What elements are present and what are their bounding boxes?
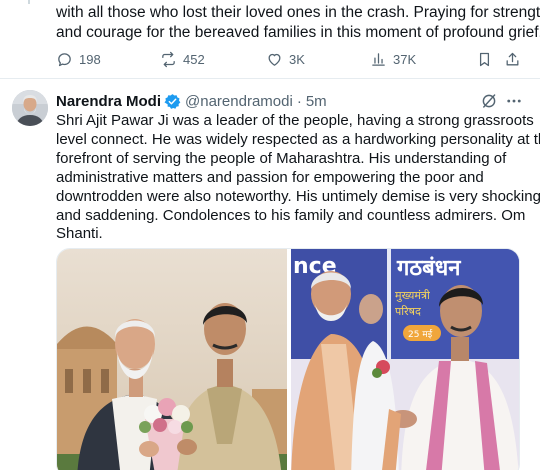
tweet-text: Shri Ajit Pawar Ji was a leader of the p…	[56, 112, 540, 244]
reply-button[interactable]: 198	[56, 49, 101, 69]
tweet-text-line: downtrodden were also noteworthy. His un…	[56, 187, 540, 205]
previous-tweet-text: with all those who lost their loved ones…	[56, 3, 540, 43]
verified-badge-icon	[164, 93, 181, 110]
bookmark-button[interactable]	[476, 49, 499, 69]
reply-icon	[56, 51, 79, 68]
tweet-text-line: and saddening. Condolences to his family…	[56, 206, 526, 224]
views-button[interactable]: 37K	[370, 49, 416, 69]
tweet-text-line: Shanti.	[56, 225, 103, 243]
bookmark-icon	[476, 51, 499, 68]
repost-icon	[160, 51, 183, 68]
tweet[interactable]: Narendra Modi @narendramodi · 5m Shri Aj…	[0, 80, 540, 470]
timestamp[interactable]: 5m	[306, 93, 327, 110]
media-photo-left[interactable]	[57, 249, 287, 470]
reply-count: 198	[79, 51, 101, 67]
author-name[interactable]: Narendra Modi	[56, 93, 161, 110]
tweet-media: nce गठबंधन मुख्यमंत्री परिषद 25 मई	[56, 248, 520, 470]
banner-hindi-subtitle2: परिषद	[395, 305, 421, 318]
views-icon	[370, 51, 393, 68]
previous-tweet-actions: 198 452 3K 37K	[56, 49, 526, 69]
tweet-text-line: administrative matters and passion for e…	[56, 168, 484, 186]
author-handle[interactable]: @narendramodi	[185, 93, 293, 110]
banner-hindi-title: गठबंधन	[396, 256, 461, 281]
share-button[interactable]	[504, 49, 527, 69]
tweet-text-line: Shri Ajit Pawar Ji was a leader of the p…	[56, 112, 534, 129]
repost-count: 452	[183, 51, 205, 67]
banner-hindi-subtitle: मुख्यमंत्री	[395, 289, 430, 302]
like-count: 3K	[289, 51, 305, 67]
more-icon[interactable]	[505, 92, 523, 110]
banner-date-badge: 25 मई	[408, 328, 433, 340]
heart-icon	[266, 51, 289, 68]
tweet-text-line: forefront of serving the people of Mahar…	[56, 149, 507, 167]
thread-line	[28, 0, 30, 4]
views-count: 37K	[393, 51, 417, 67]
avatar[interactable]	[12, 90, 48, 126]
like-button[interactable]: 3K	[266, 49, 305, 69]
previous-tweet-line: and courage for the bereaved families in…	[56, 24, 540, 41]
media-photo-right[interactable]: nce गठबंधन मुख्यमंत्री परिषद 25 मई	[291, 249, 519, 470]
share-icon	[504, 51, 527, 68]
grok-icon[interactable]	[480, 92, 498, 110]
tweet-text-line: level connect. He was widely respected a…	[56, 130, 540, 148]
separator: ·	[296, 92, 302, 110]
previous-tweet-line: with all those who lost their loved ones…	[56, 4, 540, 21]
repost-button[interactable]: 452	[160, 49, 205, 69]
previous-tweet[interactable]: with all those who lost their loved ones…	[0, 0, 540, 79]
tweet-header: Narendra Modi @narendramodi · 5m	[56, 91, 327, 111]
